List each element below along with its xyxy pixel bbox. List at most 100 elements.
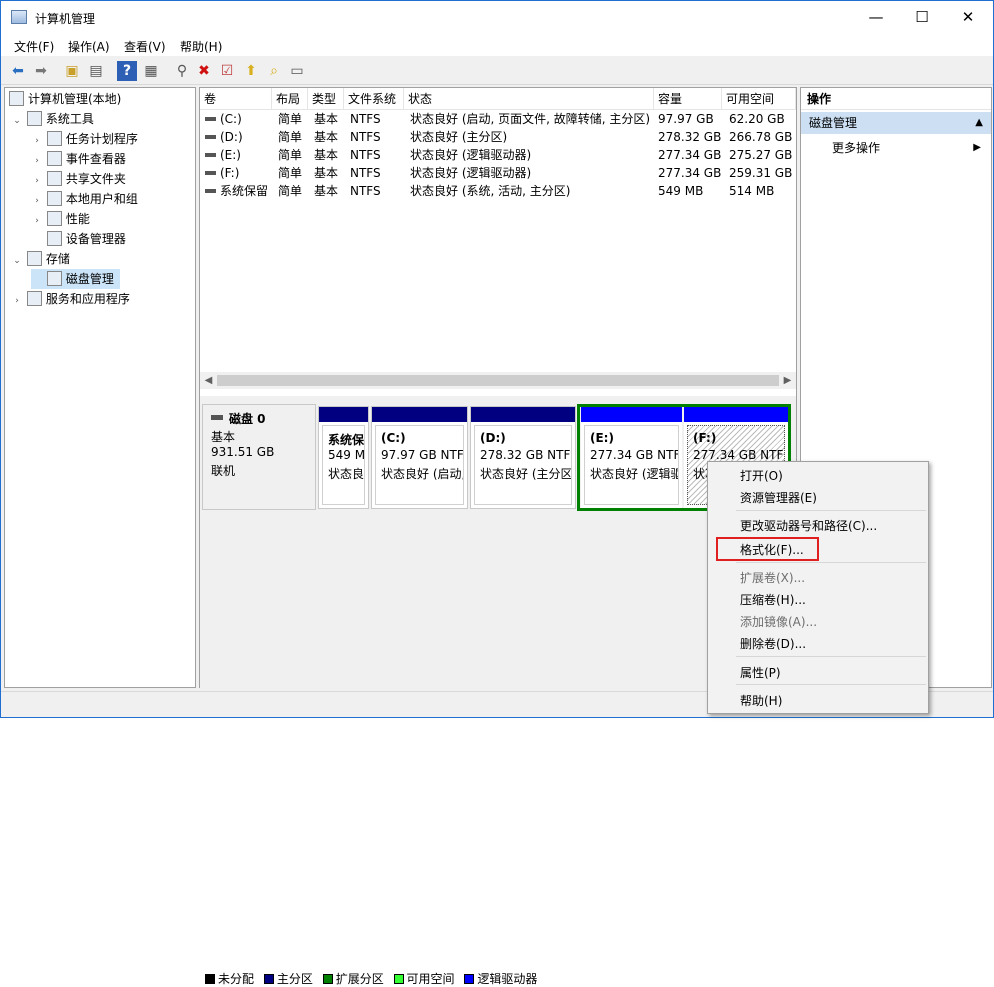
menu-file[interactable]: 文件(F) xyxy=(14,38,54,55)
menu-separator xyxy=(736,684,926,685)
delete-icon[interactable]: ✖ xyxy=(194,61,214,81)
chevron-down-icon[interactable]: ⌄ xyxy=(11,251,23,271)
volume-row[interactable]: (E:) 简单 基本 NTFS 状态良好 (逻辑驱动器) 277.34 GB 275.27 … xyxy=(200,146,796,164)
up-folder-icon[interactable]: ▣ xyxy=(62,61,82,81)
chevron-down-icon[interactable]: ⌄ xyxy=(11,111,23,131)
menu-item-open[interactable]: 打开(O) xyxy=(740,467,783,484)
column-type[interactable]: 类型 xyxy=(308,88,344,110)
tree-label: 系统工具 xyxy=(45,112,94,126)
properties-icon[interactable]: ▭ xyxy=(287,61,307,81)
scroll-right-icon[interactable]: ▶ xyxy=(779,372,796,389)
chevron-right-icon[interactable]: › xyxy=(11,291,23,311)
tree-item-storage[interactable]: ⌄ 存储 xyxy=(11,249,70,269)
partition-name: (F:) xyxy=(693,431,717,445)
search-folder-icon[interactable]: ⌕ xyxy=(264,61,284,81)
horizontal-scrollbar[interactable]: ◀ ▶ xyxy=(200,372,796,389)
volume-cell: 简单 xyxy=(278,184,303,198)
window-title: 计算机管理 xyxy=(35,12,96,26)
tree-item-performance[interactable]: › 性能 xyxy=(31,209,90,229)
menu-item-delete-volume[interactable]: 删除卷(D)... xyxy=(740,635,806,652)
tree-item-services-apps[interactable]: › 服务和应用程序 xyxy=(11,289,130,309)
menu-action[interactable]: 操作(A) xyxy=(68,38,110,55)
column-status[interactable]: 状态 xyxy=(404,88,654,110)
volume-cell: 状态良好 (逻辑驱动器) xyxy=(410,166,532,180)
storage-icon xyxy=(26,251,42,266)
volume-cell: 97.97 GB xyxy=(658,112,714,126)
close-button[interactable]: ✕ xyxy=(945,1,991,34)
partition-content: 系统保留 549 M 状态良 xyxy=(322,425,365,505)
chevron-right-icon[interactable]: › xyxy=(31,171,43,191)
partition-system-reserved[interactable]: 系统保留 549 M 状态良 xyxy=(318,406,369,509)
partition-name: (C:) xyxy=(381,431,406,445)
menu-item-shrink-volume[interactable]: 压缩卷(H)... xyxy=(740,591,806,608)
context-menu: 打开(O) 资源管理器(E) 更改驱动器号和路径(C)... 格式化(F)...… xyxy=(707,461,929,714)
connect-icon[interactable]: ⚲ xyxy=(172,61,192,81)
menu-item-properties[interactable]: 属性(P) xyxy=(740,664,781,681)
maximize-button[interactable]: ☐ xyxy=(899,1,945,34)
partition-c[interactable]: (C:) 97.97 GB NTFS 状态良好 (启动, xyxy=(371,406,468,509)
collapse-up-icon[interactable]: ▲ xyxy=(975,112,983,134)
tree-item-computer-management[interactable]: 计算机管理(本地) xyxy=(9,89,121,109)
partition-bar xyxy=(581,407,682,422)
volume-cell: NTFS xyxy=(350,184,381,198)
tree-item-system-tools[interactable]: ⌄ 系统工具 xyxy=(11,109,94,129)
partition-name: (D:) xyxy=(480,431,506,445)
tree-item-disk-management[interactable]: 磁盘管理 xyxy=(31,269,120,289)
tree-label: 任务计划程序 xyxy=(65,132,138,146)
tree-label: 设备管理器 xyxy=(65,232,126,246)
partition-bar xyxy=(372,407,467,422)
legend-swatch xyxy=(263,974,274,984)
disk-name-text: 磁盘 0 xyxy=(229,412,266,426)
menu-item-help[interactable]: 帮助(H) xyxy=(740,692,782,709)
forward-arrow-icon[interactable]: ➡ xyxy=(31,61,51,81)
menu-view[interactable]: 查看(V) xyxy=(124,38,166,55)
more-actions-item[interactable]: 更多操作 ▶ xyxy=(801,138,991,158)
volume-cell: 简单 xyxy=(278,148,303,162)
partition-bar xyxy=(684,407,788,422)
volume-icon xyxy=(205,171,216,175)
checklist-icon[interactable]: ☑ xyxy=(217,61,237,81)
tree-item-device-manager[interactable]: 设备管理器 xyxy=(31,229,126,249)
partition-d[interactable]: (D:) 278.32 GB NTFS 状态良好 (主分区 xyxy=(470,406,576,509)
partition-e[interactable]: (E:) 277.34 GB NTF 状态良好 (逻辑驱 xyxy=(581,407,682,508)
menu-separator xyxy=(736,656,926,657)
volume-row[interactable]: (F:) 简单 基本 NTFS 状态良好 (逻辑驱动器) 277.34 GB 259.31 … xyxy=(200,164,796,182)
volume-row[interactable]: 系统保留 简单 基本 NTFS 状态良好 (系统, 活动, 主分区) 549 MB 514 … xyxy=(200,182,796,200)
show-tree-icon[interactable]: ▤ xyxy=(86,61,106,81)
tree-item-local-users-groups[interactable]: › 本地用户和组 xyxy=(31,189,138,209)
column-filesystem[interactable]: 文件系统 xyxy=(344,88,404,110)
tree-item-shared-folders[interactable]: › 共享文件夹 xyxy=(31,169,126,189)
import-icon[interactable]: ⬆ xyxy=(241,61,261,81)
menu-item-explorer[interactable]: 资源管理器(E) xyxy=(740,489,817,506)
column-free-space[interactable]: 可用空间 xyxy=(722,88,796,110)
scrollbar-thumb[interactable] xyxy=(217,375,779,386)
column-capacity[interactable]: 容量 xyxy=(654,88,722,110)
chevron-right-icon[interactable]: › xyxy=(31,131,43,151)
minimize-button[interactable]: — xyxy=(853,1,899,34)
column-layout[interactable]: 布局 xyxy=(272,88,308,110)
back-arrow-icon[interactable]: ⬅ xyxy=(8,61,28,81)
volume-cell: 简单 xyxy=(278,166,303,180)
menu-item-change-drive-letter[interactable]: 更改驱动器号和路径(C)... xyxy=(740,517,877,534)
chevron-right-icon[interactable]: › xyxy=(31,211,43,231)
chevron-right-icon[interactable]: › xyxy=(31,191,43,211)
tree-item-event-viewer[interactable]: › 事件查看器 xyxy=(31,149,126,169)
legend-swatch xyxy=(322,974,333,984)
disk-0-info[interactable]: 磁盘 0 基本 931.51 GB 联机 xyxy=(202,404,316,510)
tree-item-task-scheduler[interactable]: › 任务计划程序 xyxy=(31,129,138,149)
legend-swatch xyxy=(205,974,215,984)
menu-help[interactable]: 帮助(H) xyxy=(180,38,222,55)
legend-label: 扩展分区 xyxy=(335,972,384,986)
actions-section-disk-management[interactable]: 磁盘管理 ▲ xyxy=(801,112,991,134)
chevron-right-icon[interactable]: › xyxy=(31,151,43,171)
legend-free-space: 可用空间 xyxy=(393,970,455,987)
volume-row[interactable]: (D:) 简单 基本 NTFS 状态良好 (主分区) 278.32 GB 266.78 GB xyxy=(200,128,796,146)
volume-row[interactable]: (C:) 简单 基本 NTFS 状态良好 (启动, 页面文件, 故障转储, 主分区) 97… xyxy=(200,110,796,128)
tree-label: 性能 xyxy=(65,212,90,226)
legend-unallocated: 未分配 xyxy=(205,970,254,987)
legend-swatch xyxy=(464,974,475,984)
view-icon[interactable]: ▦ xyxy=(141,61,161,81)
column-volume[interactable]: 卷 xyxy=(200,88,272,110)
help-icon[interactable]: ? xyxy=(117,61,137,81)
scroll-left-icon[interactable]: ◀ xyxy=(200,372,217,389)
